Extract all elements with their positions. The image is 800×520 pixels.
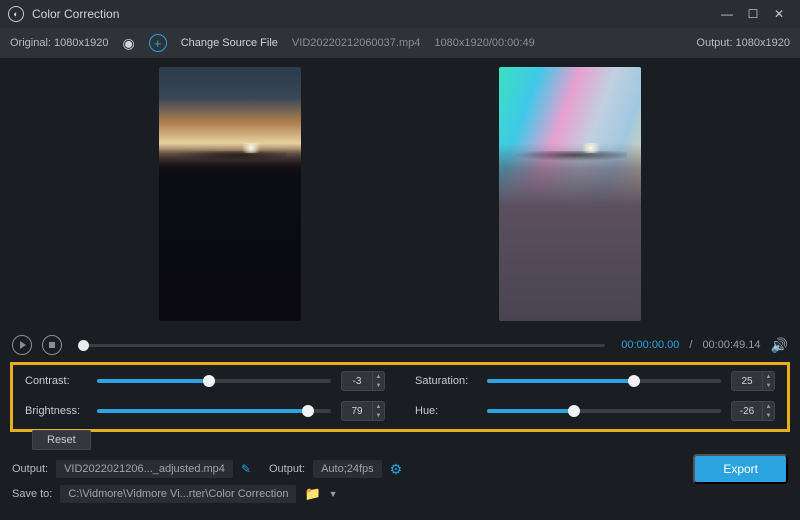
hue-spinner[interactable]: -26 ▲▼ [731,401,775,421]
brightness-label: Brightness: [25,405,87,417]
chevron-down-icon[interactable]: ▼ [373,381,384,390]
contrast-slider[interactable] [97,379,331,383]
timeline-slider[interactable] [78,344,605,347]
play-button[interactable] [12,335,32,355]
output-settings-label: Output: [269,463,305,475]
chevron-up-icon[interactable]: ▲ [763,372,774,381]
output-settings-value: Auto;24fps [313,460,382,478]
preview-area [0,58,800,330]
brightness-spinner[interactable]: 79 ▲▼ [341,401,385,421]
edit-output-icon[interactable]: ✎ [241,462,251,476]
original-preview [159,67,301,321]
minimize-button[interactable]: — [714,1,740,27]
output-resolution-label: Output: 1080x1920 [696,37,790,49]
time-current: 00:00:00.00 [621,339,679,351]
hue-slider[interactable] [487,409,721,413]
saturation-control: Saturation: 25 ▲▼ [415,371,775,391]
chevron-down-icon[interactable]: ▼ [329,489,338,499]
contrast-label: Contrast: [25,375,87,387]
original-resolution-label: Original: 1080x1920 [10,37,108,49]
add-source-icon[interactable]: + [149,34,167,52]
chevron-down-icon[interactable]: ▼ [763,411,774,420]
chevron-up-icon[interactable]: ▲ [763,402,774,411]
time-duration: 00:00:49.14 [702,339,760,351]
saturation-label: Saturation: [415,375,477,387]
app-logo-icon: ◐ [8,6,24,22]
time-sep: / [689,339,692,351]
folder-icon[interactable]: 📁 [304,486,320,502]
settings-icon[interactable]: ⚙ [390,461,403,478]
saturation-slider[interactable] [487,379,721,383]
timeline-knob[interactable] [78,340,89,351]
color-sliders-panel: Contrast: -3 ▲▼ Saturation: 25 ▲▼ Bright… [10,362,790,432]
volume-icon[interactable]: 🔊 [771,337,788,354]
export-button[interactable]: Export [693,454,788,484]
hue-control: Hue: -26 ▲▼ [415,401,775,421]
close-button[interactable]: ✕ [766,1,792,27]
source-fileinfo: 1080x1920/00:00:49 [434,37,534,49]
brightness-control: Brightness: 79 ▲▼ [25,401,385,421]
change-source-button[interactable]: Change Source File [181,37,278,49]
contrast-control: Contrast: -3 ▲▼ [25,371,385,391]
output-filename: VID2022021206..._adjusted.mp4 [56,460,233,478]
save-path[interactable]: C:\Vidmore\Vidmore Vi...rter\Color Corre… [60,485,296,503]
contrast-spinner[interactable]: -3 ▲▼ [341,371,385,391]
stop-button[interactable] [42,335,62,355]
brightness-slider[interactable] [97,409,331,413]
chevron-down-icon[interactable]: ▼ [763,381,774,390]
chevron-up-icon[interactable]: ▲ [373,372,384,381]
window-title: Color Correction [32,7,119,21]
hue-label: Hue: [415,405,477,417]
chevron-down-icon[interactable]: ▼ [373,411,384,420]
source-filename: VID20220212060037.mp4 [292,37,420,49]
save-to-label: Save to: [12,488,52,500]
title-bar: ◐ Color Correction — ☐ ✕ [0,0,800,28]
chevron-up-icon[interactable]: ▲ [373,402,384,411]
preview-toggle-icon[interactable]: ◉ [122,35,134,52]
save-row: Save to: C:\Vidmore\Vidmore Vi...rter\Co… [0,482,800,506]
source-bar: Original: 1080x1920 ◉ + Change Source Fi… [0,28,800,58]
maximize-button[interactable]: ☐ [740,1,766,27]
adjusted-preview [499,67,641,321]
reset-button[interactable]: Reset [32,430,91,450]
output-label: Output: [12,463,48,475]
output-row: Output: VID2022021206..._adjusted.mp4 ✎ … [0,456,800,482]
saturation-spinner[interactable]: 25 ▲▼ [731,371,775,391]
playback-bar: 00:00:00.00 / 00:00:49.14 🔊 [0,330,800,360]
